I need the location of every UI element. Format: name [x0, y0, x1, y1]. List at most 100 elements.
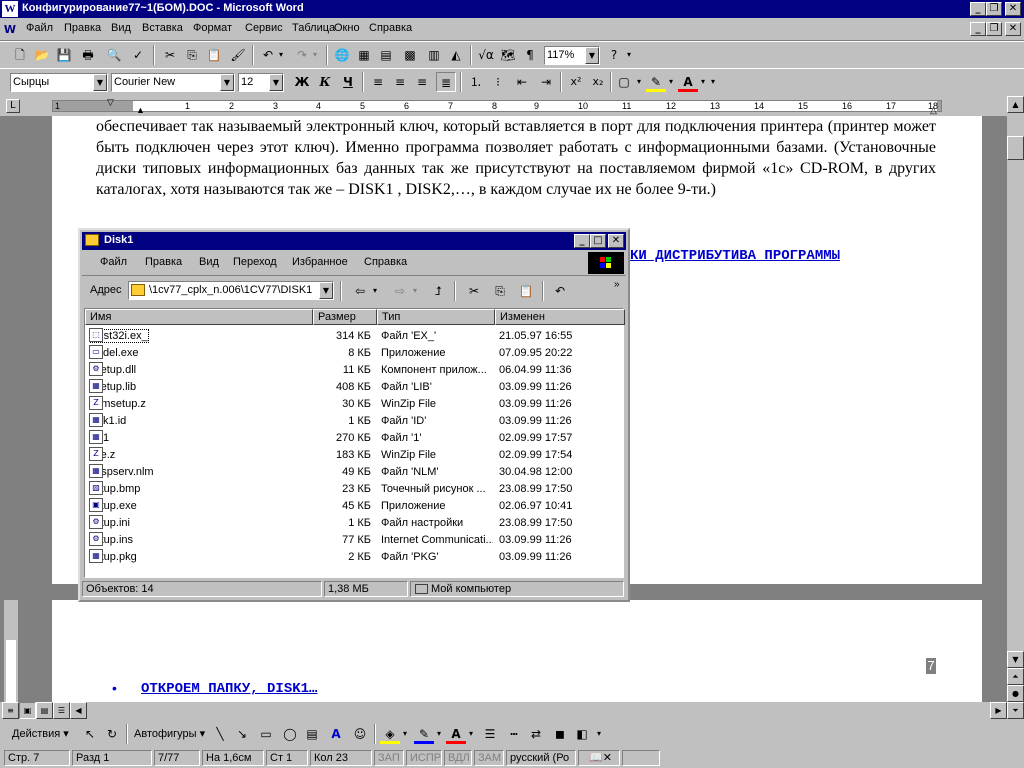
- file-row[interactable]: ▣ setup.exe 45 КБ Приложение 02.06.97 10:41: [85, 498, 623, 515]
- file-row[interactable]: Zexe.z 183 КБ WinZip File 02.09.99 17:54: [85, 447, 623, 464]
- horizontal-scrollbar[interactable]: ≡ ▣ ▤ ☰ ◀ ▶ ⏷: [0, 702, 1024, 720]
- columns-icon[interactable]: ▥: [424, 45, 444, 65]
- bullet-text[interactable]: ОТКРОЕМ ПАПКУ, DISK1…: [141, 681, 317, 697]
- document-map-icon[interactable]: 🗺: [498, 45, 518, 65]
- menu-file[interactable]: Файл: [26, 22, 53, 34]
- left-indent-icon[interactable]: ▲: [136, 105, 145, 115]
- select-objects-icon[interactable]: ↖: [80, 724, 100, 744]
- drawing-icon[interactable]: ◭: [446, 45, 466, 65]
- file-name-cell[interactable]: Zadmsetup.z: [89, 396, 313, 413]
- copy-icon[interactable]: ⎘: [490, 281, 510, 301]
- superscript-icon[interactable]: x²: [566, 72, 586, 92]
- ex-menu-favorites[interactable]: Избранное: [292, 256, 348, 268]
- free-rotate-icon[interactable]: ↻: [102, 724, 122, 744]
- forward-dropdown-icon[interactable]: ▾: [410, 281, 420, 301]
- restore-icon[interactable]: ❐: [986, 2, 1002, 16]
- menu-view[interactable]: Вид: [111, 22, 131, 34]
- file-name-cell[interactable]: ▦ disk1.id: [89, 413, 313, 430]
- redo-icon[interactable]: ↷: [292, 45, 312, 65]
- address-combo[interactable]: \1cv77_cplx_n.006\1CV77\DISK1 ▼: [128, 281, 334, 300]
- bullets-icon[interactable]: ⁝: [488, 72, 508, 92]
- style-combo[interactable]: Сырцы ▼: [10, 73, 108, 92]
- office-assistant-icon[interactable]: ?: [604, 45, 624, 65]
- menu-format[interactable]: Формат: [193, 22, 232, 34]
- zoom-combo[interactable]: 117% ▼: [544, 46, 600, 65]
- numbering-icon[interactable]: ⒈: [466, 72, 486, 92]
- oval-icon[interactable]: ◯: [280, 724, 300, 744]
- more-buttons-icon[interactable]: ▾: [624, 45, 634, 65]
- right-indent-icon[interactable]: △: [930, 105, 937, 116]
- up-folder-icon[interactable]: ⮥: [428, 281, 448, 301]
- line-color-icon[interactable]: ✎: [414, 724, 434, 744]
- doc-close-icon[interactable]: ✕: [1005, 22, 1021, 36]
- scroll-up-icon[interactable]: ▲: [1007, 96, 1024, 113]
- print-layout-icon[interactable]: ▤: [36, 702, 53, 719]
- close-icon[interactable]: ✕: [608, 234, 624, 248]
- file-name-cell[interactable]: ⚙ setup.ins: [89, 532, 313, 549]
- body-paragraph[interactable]: обеспечивает так называемый электронный …: [96, 116, 936, 200]
- menu-table[interactable]: Таблица: [292, 22, 335, 34]
- font-combo[interactable]: Courier New ▼: [111, 73, 235, 92]
- fill-color-icon[interactable]: ◈: [380, 724, 400, 744]
- increase-indent-icon[interactable]: ⇥: [536, 72, 556, 92]
- scroll-left-icon[interactable]: ◀: [70, 702, 87, 719]
- column-size[interactable]: Размер: [313, 309, 377, 325]
- status-ovr[interactable]: ЗАМ: [474, 750, 504, 766]
- document-icon[interactable]: W: [2, 20, 18, 36]
- maximize-icon[interactable]: □: [590, 234, 606, 248]
- dash-style-icon[interactable]: ┅: [504, 724, 524, 744]
- print-preview-icon[interactable]: 🔍: [104, 45, 124, 65]
- horizontal-ruler[interactable]: L 1 1 2 3 4 5 6 7 8 9 10 11 12 13 14 15 …: [0, 96, 1024, 116]
- file-name-cell[interactable]: ▦ haspserv.nlm: [89, 464, 313, 481]
- chevron-down-icon[interactable]: ▼: [269, 74, 283, 91]
- chevron-down-icon[interactable]: ▼: [585, 47, 599, 64]
- file-row[interactable]: ⚙ setup.ini 1 КБ Файл настройки 23.08.99 17:…: [85, 515, 623, 532]
- font-size-combo[interactable]: 12 ▼: [238, 73, 284, 92]
- chevron-down-icon[interactable]: ▼: [220, 74, 234, 91]
- paste-icon[interactable]: 📋: [516, 281, 536, 301]
- file-row[interactable]: ▭ _isdel.exe 8 КБ Приложение 07.09.95 20:22: [85, 345, 623, 362]
- hyperlink-icon[interactable]: 🌐: [332, 45, 352, 65]
- file-row[interactable]: ▦dll.1 270 КБ Файл '1' 02.09.99 17:57: [85, 430, 623, 447]
- italic-button[interactable]: К: [315, 72, 335, 92]
- font-color-icon[interactable]: A: [678, 72, 698, 92]
- arrow-icon[interactable]: ↘: [232, 724, 252, 744]
- status-ext[interactable]: ВДЛ: [444, 750, 472, 766]
- status-trk[interactable]: ИСПР: [406, 750, 442, 766]
- draw-font-color-icon[interactable]: A: [446, 724, 466, 744]
- next-page-icon[interactable]: ⏷: [1007, 702, 1024, 719]
- menu-insert[interactable]: Вставка: [142, 22, 183, 34]
- file-name-cell[interactable]: ▦ setup.pkg: [89, 549, 313, 566]
- align-right-icon[interactable]: ≡: [412, 72, 432, 92]
- menu-help[interactable]: Справка: [369, 22, 412, 34]
- minimize-icon[interactable]: _: [970, 2, 986, 16]
- underline-button[interactable]: Ч: [338, 72, 358, 92]
- file-name-cell[interactable]: Zexe.z: [89, 447, 313, 464]
- file-name-cell[interactable]: ▦dll.1: [89, 430, 313, 447]
- ex-menu-file[interactable]: Файл: [100, 256, 127, 268]
- line-color-dropdown-icon[interactable]: ▾: [434, 724, 444, 744]
- show-hide-icon[interactable]: ¶: [520, 45, 540, 65]
- ex-menu-go[interactable]: Переход: [233, 256, 277, 268]
- spelling-icon[interactable]: ✓: [128, 45, 148, 65]
- explorer-window[interactable]: Disk1 _ □ ✕ Файл Правка Вид Переход Избр…: [78, 228, 630, 602]
- open-icon[interactable]: 📂: [32, 45, 52, 65]
- chevron-down-icon[interactable]: ▼: [319, 282, 333, 299]
- select-browse-object-icon[interactable]: ●: [1007, 685, 1024, 702]
- equation-icon[interactable]: √α: [476, 45, 496, 65]
- cut-icon[interactable]: ✂: [464, 281, 484, 301]
- back-dropdown-icon[interactable]: ▾: [370, 281, 380, 301]
- undo-icon[interactable]: ↶: [550, 281, 570, 301]
- file-name-cell[interactable]: ⚙ setup.ini: [89, 515, 313, 532]
- file-row[interactable]: ▨ setup.bmp 23 КБ Точечный рисунок ... 23.08…: [85, 481, 623, 498]
- ex-menu-view[interactable]: Вид: [199, 256, 219, 268]
- chevron-down-icon[interactable]: ▼: [93, 74, 107, 91]
- ex-menu-edit[interactable]: Правка: [145, 256, 182, 268]
- heading-link[interactable]: КИ ДИСТРИБУТИВА ПРОГРАММЫ: [630, 248, 840, 264]
- borders-dropdown-icon[interactable]: ▾: [634, 72, 644, 92]
- file-row[interactable]: ▦ _setup.lib 408 КБ Файл 'LIB' 03.09.99 11:2…: [85, 379, 623, 396]
- forward-icon[interactable]: ⇨: [390, 281, 410, 301]
- menu-window[interactable]: Окно: [334, 22, 360, 34]
- file-row[interactable]: Zadmsetup.z 30 КБ WinZip File 03.09.99 11:2…: [85, 396, 623, 413]
- menu-tools[interactable]: Сервис: [245, 22, 283, 34]
